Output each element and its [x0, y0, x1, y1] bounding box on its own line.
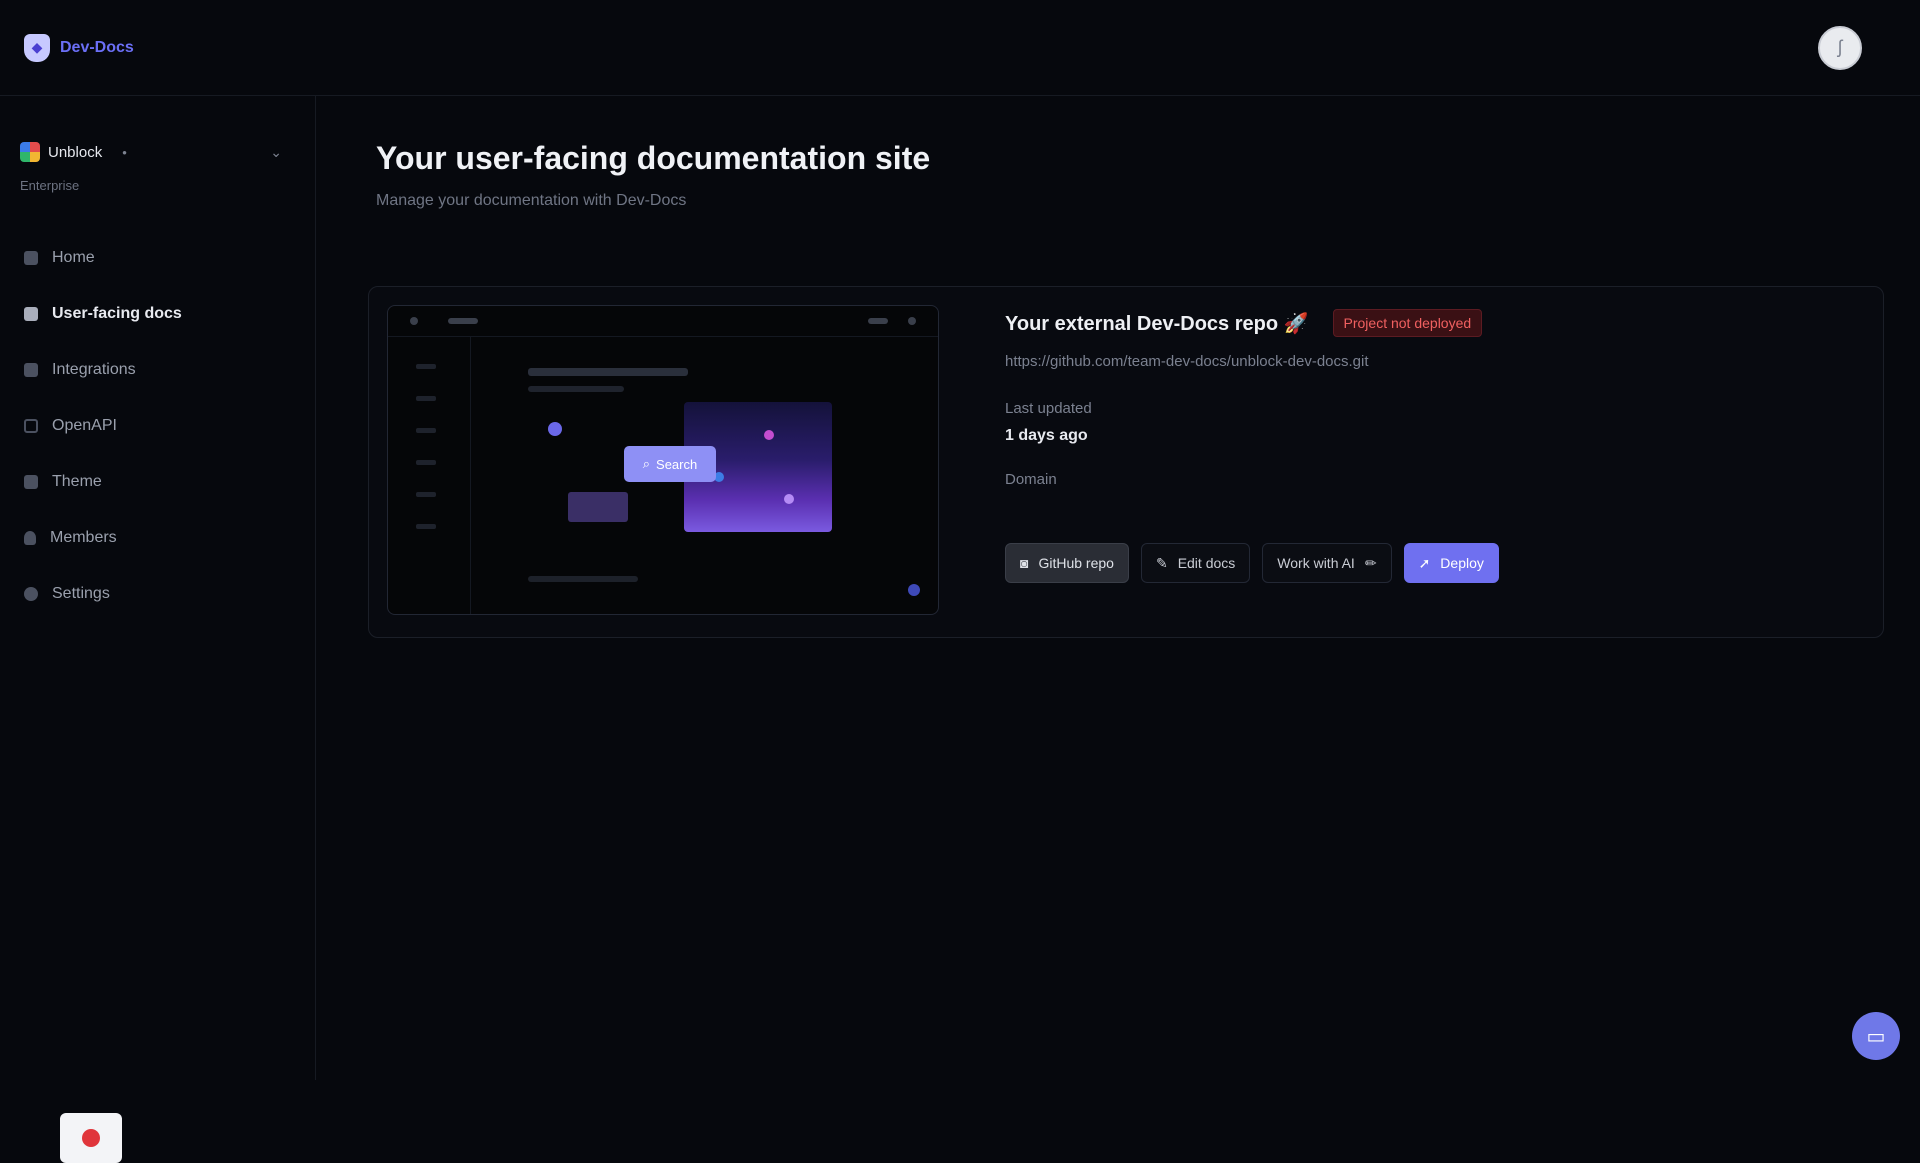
work-with-ai-button[interactable]: Work with AI ✏ [1262, 543, 1392, 583]
work-with-ai-label: Work with AI [1277, 555, 1355, 571]
sidebar-item-label: Home [52, 249, 95, 266]
sidebar-item-user-facing-docs[interactable]: User-facing docs [24, 286, 182, 342]
preview-line [416, 460, 436, 465]
sidebar: Unblock • ⌄ Enterprise Home User-facing … [0, 96, 316, 1163]
preview-line [416, 364, 436, 369]
org-switcher[interactable]: Unblock • ⌄ [20, 140, 282, 164]
sidebar-item-label: OpenAPI [52, 417, 117, 434]
record-icon [82, 1129, 100, 1147]
preview-star [764, 430, 774, 440]
preview-nav-link [448, 318, 478, 324]
document-icon [24, 307, 38, 321]
status-badge: Project not deployed [1332, 309, 1483, 337]
chevron-down-icon[interactable]: ⌄ [270, 144, 282, 161]
last-updated-label: Last updated [1005, 400, 1092, 417]
edit-docs-label: Edit docs [1177, 555, 1236, 571]
docs-site-card: ⌕ Search Your external Dev-Docs repo 🚀 P… [368, 286, 1884, 638]
home-icon [24, 251, 38, 265]
preview-line [416, 492, 436, 497]
sidebar-item-label: Settings [52, 585, 110, 602]
sidebar-item-label: Integrations [52, 361, 136, 378]
site-preview-thumbnail[interactable]: ⌕ Search [387, 305, 939, 615]
preview-search-label: Search [656, 456, 698, 472]
page-subtitle: Manage your documentation with Dev-Docs [376, 192, 687, 209]
repo-title-row: Your external Dev-Docs repo 🚀 Project no… [1005, 309, 1483, 337]
chat-icon: ▭ [1866, 1025, 1886, 1048]
edit-docs-button[interactable]: ✎ Edit docs [1140, 543, 1251, 583]
deploy-label: Deploy [1440, 555, 1484, 571]
search-icon: ⌕ [642, 456, 651, 471]
github-icon: ◙ [1020, 555, 1029, 571]
record-button[interactable] [60, 1113, 122, 1163]
gear-icon [24, 587, 38, 601]
brand[interactable]: ◆ Dev-Docs [24, 33, 134, 62]
preview-search-button: ⌕ Search [624, 446, 716, 482]
sidebar-item-openapi[interactable]: OpenAPI [24, 398, 182, 454]
preview-line [416, 396, 436, 401]
palette-icon [24, 475, 38, 489]
preview-footer [528, 576, 638, 582]
sidebar-nav: Home User-facing docs Integrations OpenA… [24, 230, 182, 622]
last-updated-value: 1 days ago [1005, 427, 1088, 444]
sidebar-item-label: Theme [52, 473, 102, 490]
top-bar: ◆ Dev-Docs ʃ [0, 0, 1920, 96]
sidebar-item-theme[interactable]: Theme [24, 454, 182, 510]
org-indicator: • [122, 144, 127, 160]
person-icon [24, 531, 36, 545]
sidebar-item-label: User-facing docs [52, 305, 182, 322]
preview-topbar [388, 306, 938, 337]
preview-nav-link [868, 318, 888, 324]
sidebar-item-members[interactable]: Members [24, 510, 182, 566]
preview-line [416, 428, 436, 433]
preview-sidebar [388, 336, 471, 614]
rocket-icon: ➚ [1418, 554, 1431, 571]
puzzle-icon [24, 363, 38, 377]
preview-dot [908, 317, 916, 325]
github-repo-button[interactable]: ◙ GitHub repo [1005, 543, 1129, 583]
preview-node [548, 422, 562, 436]
org-name: Unblock [48, 143, 103, 161]
deploy-button[interactable]: ➚ Deploy [1403, 543, 1499, 583]
preview-card [568, 492, 628, 522]
preview-heading [528, 368, 688, 376]
repo-url[interactable]: https://github.com/team-dev-docs/unblock… [1005, 353, 1482, 370]
api-icon [24, 419, 38, 433]
preview-subheading [528, 386, 624, 392]
edit-icon: ✎ [1155, 554, 1168, 571]
repo-title: Your external Dev-Docs repo 🚀 [1005, 312, 1309, 335]
sidebar-item-settings[interactable]: Settings [24, 566, 182, 622]
card-actions: ◙ GitHub repo ✎ Edit docs Work with AI ✏… [1005, 543, 1499, 583]
org-logo-icon [20, 142, 40, 162]
org-plan: Enterprise [20, 178, 80, 193]
repo-info: Your external Dev-Docs repo 🚀 Project no… [1005, 309, 1483, 488]
preview-line [416, 524, 436, 529]
chat-support-button[interactable]: ▭ [1852, 1012, 1900, 1060]
profile-avatar[interactable]: ʃ [1818, 25, 1862, 70]
sidebar-item-home[interactable]: Home [24, 230, 182, 286]
sidebar-item-integrations[interactable]: Integrations [24, 342, 182, 398]
preview-star [784, 494, 794, 504]
brand-name: Dev-Docs [60, 38, 134, 56]
github-repo-label: GitHub repo [1038, 555, 1114, 571]
pencil-icon: ✏ [1364, 554, 1377, 571]
domain-label: Domain [1005, 471, 1057, 488]
shield-logo-icon: ◆ [24, 33, 50, 62]
preview-dot [410, 317, 418, 325]
sidebar-item-label: Members [50, 529, 117, 546]
preview-chat-dot [908, 584, 920, 596]
page-title: Your user-facing documentation site [376, 140, 931, 176]
